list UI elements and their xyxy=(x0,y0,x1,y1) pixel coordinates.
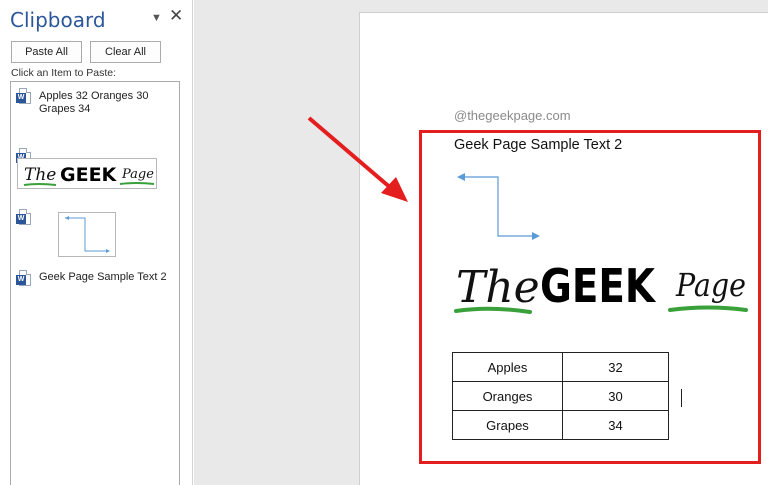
clipboard-item-text-1[interactable]: W Apples 32 Oranges 30 Grapes 34 xyxy=(11,82,179,138)
paste-instruction: Click an Item to Paste: xyxy=(11,67,117,79)
document-table[interactable]: Apples 32 Oranges 30 Grapes 34 xyxy=(452,352,669,440)
paste-all-button[interactable]: Paste All xyxy=(11,41,82,63)
word-doc-icon: W xyxy=(16,88,32,106)
table-cell-item[interactable]: Oranges xyxy=(452,381,563,411)
clear-all-button[interactable]: Clear All xyxy=(90,41,161,63)
logo-thumb-page: Page xyxy=(121,167,154,182)
text-cursor xyxy=(681,389,682,407)
close-icon[interactable]: ✕ xyxy=(169,7,183,24)
connector-arrows-thumbnail xyxy=(65,216,110,253)
word-doc-icon: W xyxy=(16,209,32,227)
word-doc-icon: W xyxy=(16,270,32,288)
clipboard-item-text-2[interactable]: W Geek Page Sample Text 2 xyxy=(11,266,179,306)
table-cell-item[interactable]: Grapes xyxy=(452,410,563,440)
geek-page-logo-thumbnail: The GEEK Page xyxy=(23,164,154,186)
table-row: Apples 32 xyxy=(452,352,669,382)
table-cell-count[interactable]: 34 xyxy=(562,410,669,440)
table-cell-count[interactable]: 32 xyxy=(562,352,669,382)
logo-thumb-the: The xyxy=(24,165,56,185)
clipboard-item-label: Apples 32 Oranges 30 Grapes 34 xyxy=(39,90,149,115)
table-cell-count[interactable]: 30 xyxy=(562,381,669,411)
watermark: @thegeekpage.com xyxy=(454,108,571,123)
table-row: Grapes 34 xyxy=(452,410,669,440)
arrows-thumbnail xyxy=(58,212,116,257)
table-row: Oranges 30 xyxy=(452,381,669,411)
clipboard-pane: Clipboard ▼ ✕ Paste All Clear All Click … xyxy=(0,0,193,485)
document-heading[interactable]: Geek Page Sample Text 2 xyxy=(454,137,622,153)
table-cell-item[interactable]: Apples xyxy=(452,352,563,382)
logo-thumb-geek: GEEK xyxy=(60,164,118,186)
logo-thumbnail: The GEEK Page xyxy=(17,158,157,189)
clipboard-item-list: W Apples 32 Oranges 30 Grapes 34 W The G… xyxy=(10,81,180,485)
clipboard-item-label: Geek Page Sample Text 2 xyxy=(39,271,167,283)
dropdown-triangle-icon[interactable]: ▼ xyxy=(151,12,162,24)
pane-title: Clipboard xyxy=(10,8,106,32)
